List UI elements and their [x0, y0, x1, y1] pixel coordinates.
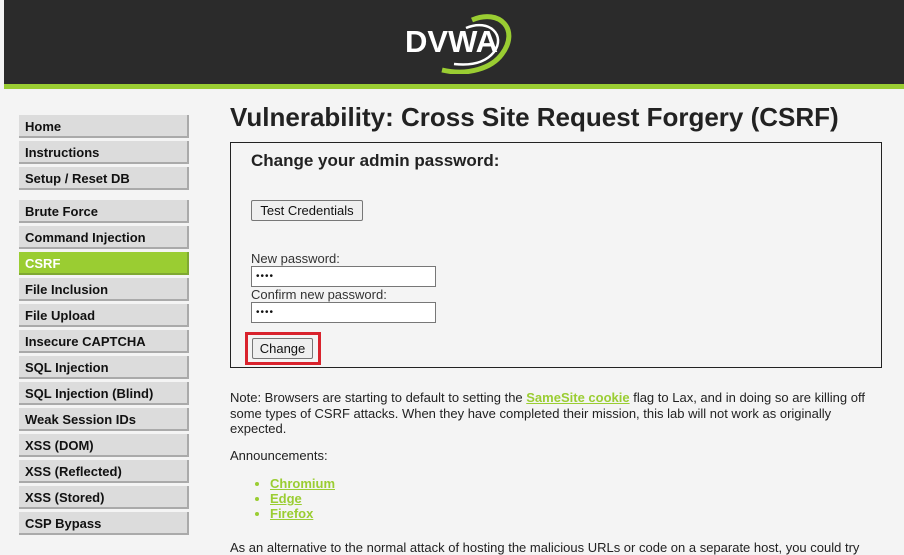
sidebar-group: Home Instructions Setup / Reset DB	[19, 115, 189, 190]
announcement-item: Edge	[270, 491, 335, 506]
sidebar-group: Brute Force Command Injection CSRF File Inc…	[19, 200, 189, 535]
sidebar-item-sql-injection-blind[interactable]: SQL Injection (Blind)	[19, 382, 189, 405]
header-bar: DVWA	[4, 0, 904, 84]
announcement-item: Chromium	[270, 476, 335, 491]
sidebar-item-csrf[interactable]: CSRF	[19, 252, 189, 275]
new-password-label: New password:	[251, 251, 340, 266]
edge-link[interactable]: Edge	[270, 491, 302, 506]
firefox-link[interactable]: Firefox	[270, 506, 313, 521]
form-heading: Change your admin password:	[251, 151, 500, 170]
sidebar-item-file-upload[interactable]: File Upload	[19, 304, 189, 327]
announcements-title: Announcements:	[230, 448, 328, 463]
sidebar-item-xss-stored[interactable]: XSS (Stored)	[19, 486, 189, 509]
announcement-item: Firefox	[270, 506, 335, 521]
sidebar-item-xss-dom[interactable]: XSS (DOM)	[19, 434, 189, 457]
sidebar-item-instructions[interactable]: Instructions	[19, 141, 189, 164]
confirm-password-field[interactable]: ••••	[251, 302, 436, 323]
new-password-field[interactable]: ••••	[251, 266, 436, 287]
samesite-cookie-link[interactable]: SameSite cookie	[526, 390, 629, 405]
page-title: Vulnerability: Cross Site Request Forger…	[230, 102, 839, 132]
sidebar-item-file-inclusion[interactable]: File Inclusion	[19, 278, 189, 301]
sidebar-item-xss-reflected[interactable]: XSS (Reflected)	[19, 460, 189, 483]
test-credentials-button[interactable]: Test Credentials	[251, 200, 363, 221]
sidebar-item-sql-injection[interactable]: SQL Injection	[19, 356, 189, 379]
main-content: Vulnerability: Cross Site Request Forger…	[230, 100, 890, 555]
header-accent-stripe	[4, 84, 904, 89]
sidebar-item-command-injection[interactable]: Command Injection	[19, 226, 189, 249]
change-password-form: Change your admin password: Test Credent…	[230, 142, 882, 368]
samesite-note: Note: Browsers are starting to default t…	[230, 390, 880, 437]
dvwa-logo: DVWA	[405, 14, 512, 74]
sidebar-item-brute-force[interactable]: Brute Force	[19, 200, 189, 223]
sidebar-item-insecure-captcha[interactable]: Insecure CAPTCHA	[19, 330, 189, 353]
announcements-list: Chromium Edge Firefox	[230, 476, 335, 521]
sidebar-item-csp-bypass[interactable]: CSP Bypass	[19, 512, 189, 535]
sidebar-menu: Home Instructions Setup / Reset DB Brute Fo…	[19, 115, 189, 545]
change-button[interactable]: Change	[252, 338, 313, 359]
note-prefix: Note: Browsers are starting to default t…	[230, 390, 527, 405]
chromium-link[interactable]: Chromium	[270, 476, 335, 491]
confirm-password-label: Confirm new password:	[251, 287, 387, 302]
sidebar-item-home[interactable]: Home	[19, 115, 189, 138]
svg-text:DVWA: DVWA	[405, 24, 498, 59]
sidebar-item-setup-reset-db[interactable]: Setup / Reset DB	[19, 167, 189, 190]
sidebar-item-weak-session-ids[interactable]: Weak Session IDs	[19, 408, 189, 431]
